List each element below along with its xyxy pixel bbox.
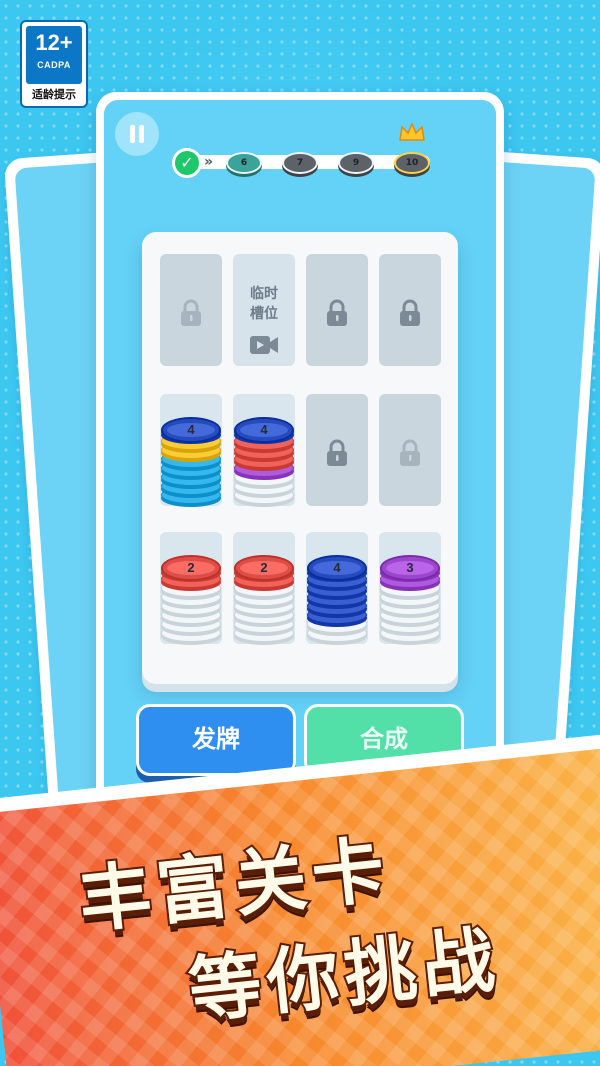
locked-slot[interactable]	[379, 394, 441, 506]
chip-count-label: 2	[260, 560, 268, 575]
locked-slot[interactable]	[379, 254, 441, 366]
lock-icon	[400, 299, 420, 326]
game-board: 临时 槽位 4 4 2 2 4 3	[142, 232, 458, 684]
lock-icon	[181, 299, 201, 326]
temp-slot-label: 临时 槽位	[250, 286, 278, 322]
level-chip: 9	[338, 152, 374, 174]
temp-slot[interactable]: 临时 槽位	[233, 254, 295, 366]
completed-check-icon: ✓	[172, 148, 202, 178]
level-chip-boss: 10	[394, 152, 430, 174]
chip-count-label: 4	[260, 422, 268, 437]
level-arrow-icon: »	[204, 154, 214, 170]
age-rating-badge: 12+ CADPA 适龄提示	[20, 20, 88, 108]
locked-slot[interactable]	[306, 394, 368, 506]
level-chip-current: 6	[226, 152, 262, 174]
chip-count-label: 2	[187, 560, 195, 575]
level-chip: 7	[282, 152, 318, 174]
locked-slot[interactable]	[306, 254, 368, 366]
chip-stack[interactable]: 4	[234, 394, 294, 506]
crown-icon	[399, 122, 425, 141]
chip-stack[interactable]: 3	[380, 532, 440, 644]
chip-stack[interactable]: 4	[161, 394, 221, 506]
deal-button[interactable]: 发牌	[136, 704, 296, 776]
lock-icon	[327, 299, 347, 326]
video-ad-icon[interactable]	[249, 334, 279, 356]
lock-icon	[327, 439, 347, 466]
age-rating-label: 12+	[35, 30, 73, 55]
chip-stack[interactable]: 2	[234, 532, 294, 644]
lock-icon	[400, 439, 420, 466]
chip-stack[interactable]: 2	[161, 532, 221, 644]
age-rating-hint: 适龄提示	[32, 88, 76, 101]
age-rating-org: CADPA	[37, 60, 71, 70]
chip-count-label: 4	[187, 422, 195, 437]
locked-slot[interactable]	[160, 254, 222, 366]
chip-count-label: 4	[333, 560, 341, 575]
chip-count-label: 3	[406, 560, 414, 575]
pause-button[interactable]	[115, 112, 159, 156]
chip-stack[interactable]: 4	[307, 532, 367, 644]
